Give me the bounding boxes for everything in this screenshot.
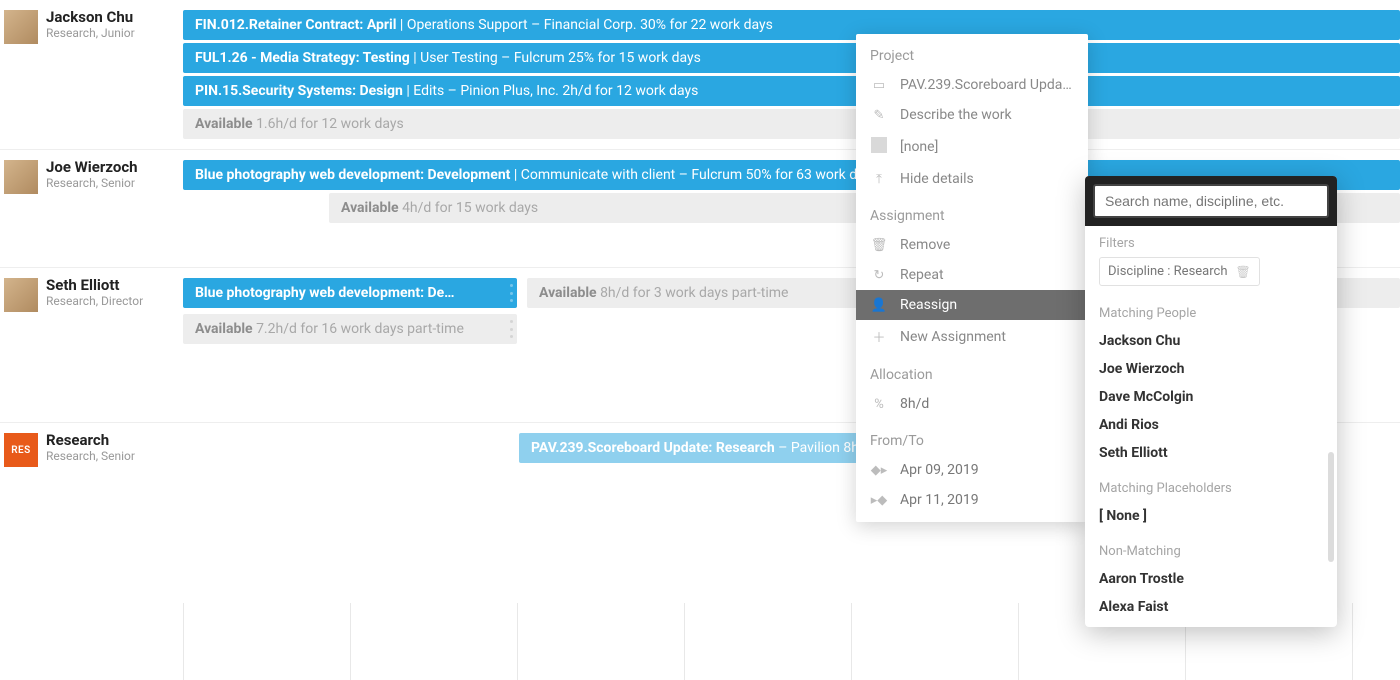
person-role: Research, Senior — [46, 449, 135, 463]
filter-chip[interactable]: Discipline : Research 🗑 — [1099, 257, 1260, 286]
panel-section-fromto: From/To — [856, 419, 1088, 455]
remove-filter-icon[interactable]: 🗑 — [1236, 265, 1251, 279]
avatar — [4, 160, 38, 194]
non-matching-label: Non-Matching — [1085, 530, 1337, 565]
avatar — [4, 278, 38, 312]
resource-sidebar[interactable]: Seth Elliott Research, Director — [0, 268, 183, 422]
repeat-icon: ↻ — [870, 268, 888, 283]
person-icon: 👤 — [870, 298, 888, 313]
date-start-icon: ◆▸ — [870, 463, 888, 478]
plus-icon: ＋ — [870, 327, 888, 346]
avatar-placeholder: RES — [4, 433, 38, 467]
assignment-bar[interactable]: FIN.012.Retainer Contract: April | Opera… — [183, 10, 1400, 40]
panel-hide-details[interactable]: ⤒ Hide details — [856, 164, 1088, 194]
placeholder-option[interactable]: [ None ] — [1085, 502, 1337, 530]
person-name: Joe Wierzoch — [46, 158, 138, 176]
person-option[interactable]: Andi Rios — [1085, 411, 1337, 439]
assignment-context-panel: Project ▭ PAV.239.Scoreboard Updat… ✎ De… — [856, 34, 1088, 522]
panel-section-allocation: Allocation — [856, 353, 1088, 389]
avatar — [4, 10, 38, 44]
person-name: Research — [46, 431, 135, 449]
panel-from-date[interactable]: ◆▸ Apr 09, 2019 — [856, 455, 1088, 485]
panel-repeat[interactable]: ↻ Repeat — [856, 260, 1088, 290]
panel-section-assignment: Assignment — [856, 194, 1088, 230]
trash-icon: 🗑 — [870, 238, 888, 253]
date-end-icon: ▸◆ — [870, 493, 888, 508]
assignment-bar[interactable]: PIN.15.Security Systems: Design | Edits … — [183, 76, 1400, 106]
scrollbar[interactable] — [1328, 452, 1334, 562]
person-option[interactable]: Dave McColgin — [1085, 383, 1337, 411]
person-option[interactable]: Aaron Trostle — [1085, 565, 1337, 593]
resource-sidebar[interactable]: Joe Wierzoch Research, Senior — [0, 150, 183, 267]
resize-handle-icon[interactable] — [510, 284, 513, 302]
panel-remove[interactable]: 🗑 Remove — [856, 230, 1088, 260]
assignment-bar[interactable]: FUL1.26 - Media Strategy: Testing | User… — [183, 43, 1400, 73]
resource-sidebar[interactable]: RES Research Research, Senior — [0, 423, 183, 603]
person-option[interactable]: Alexa Faist — [1085, 593, 1337, 621]
search-input[interactable] — [1093, 184, 1329, 218]
pencil-icon: ✎ — [870, 108, 888, 123]
reassign-popover: Filters Discipline : Research 🗑 Matching… — [1085, 176, 1337, 627]
person-role: Research, Senior — [46, 176, 138, 190]
panel-color-none[interactable]: [none] — [856, 130, 1088, 164]
person-option[interactable]: Jackson Chu — [1085, 327, 1337, 355]
person-name: Jackson Chu — [46, 8, 135, 26]
project-icon: ▭ — [870, 78, 888, 93]
panel-new-assignment[interactable]: ＋ New Assignment — [856, 320, 1088, 353]
panel-reassign[interactable]: 👤 Reassign — [856, 290, 1088, 320]
resource-sidebar[interactable]: Jackson Chu Research, Junior — [0, 0, 183, 149]
panel-describe-work[interactable]: ✎ Describe the work — [856, 100, 1088, 130]
resize-handle-icon[interactable] — [510, 320, 513, 338]
person-name: Seth Elliott — [46, 276, 143, 294]
lane: FIN.012.Retainer Contract: April | Opera… — [183, 0, 1400, 149]
person-role: Research, Director — [46, 294, 143, 308]
color-swatch-icon — [870, 137, 888, 157]
collapse-icon: ⤒ — [870, 172, 888, 187]
availability-bar[interactable]: Available 1.6h/d for 12 work days — [183, 109, 1400, 139]
matching-placeholders-label: Matching Placeholders — [1085, 467, 1337, 502]
matching-people-label: Matching People — [1085, 292, 1337, 327]
assignment-bar[interactable]: Blue photography web development: De… — [183, 278, 517, 308]
panel-to-date[interactable]: ▸◆ Apr 11, 2019 — [856, 485, 1088, 522]
percent-icon: % — [870, 397, 888, 412]
panel-project-name[interactable]: ▭ PAV.239.Scoreboard Updat… — [856, 70, 1088, 100]
filters-label: Filters — [1085, 226, 1337, 257]
person-role: Research, Junior — [46, 26, 135, 40]
search-wrap — [1085, 176, 1337, 226]
panel-allocation-value[interactable]: % 8h/d — [856, 389, 1088, 419]
person-option[interactable]: Joe Wierzoch — [1085, 355, 1337, 383]
panel-section-project: Project — [856, 34, 1088, 70]
person-option[interactable]: Seth Elliott — [1085, 439, 1337, 467]
availability-bar[interactable]: Available 7.2h/d for 16 work days part-t… — [183, 314, 517, 344]
resource-row: Jackson Chu Research, Junior FIN.012.Ret… — [0, 0, 1400, 149]
